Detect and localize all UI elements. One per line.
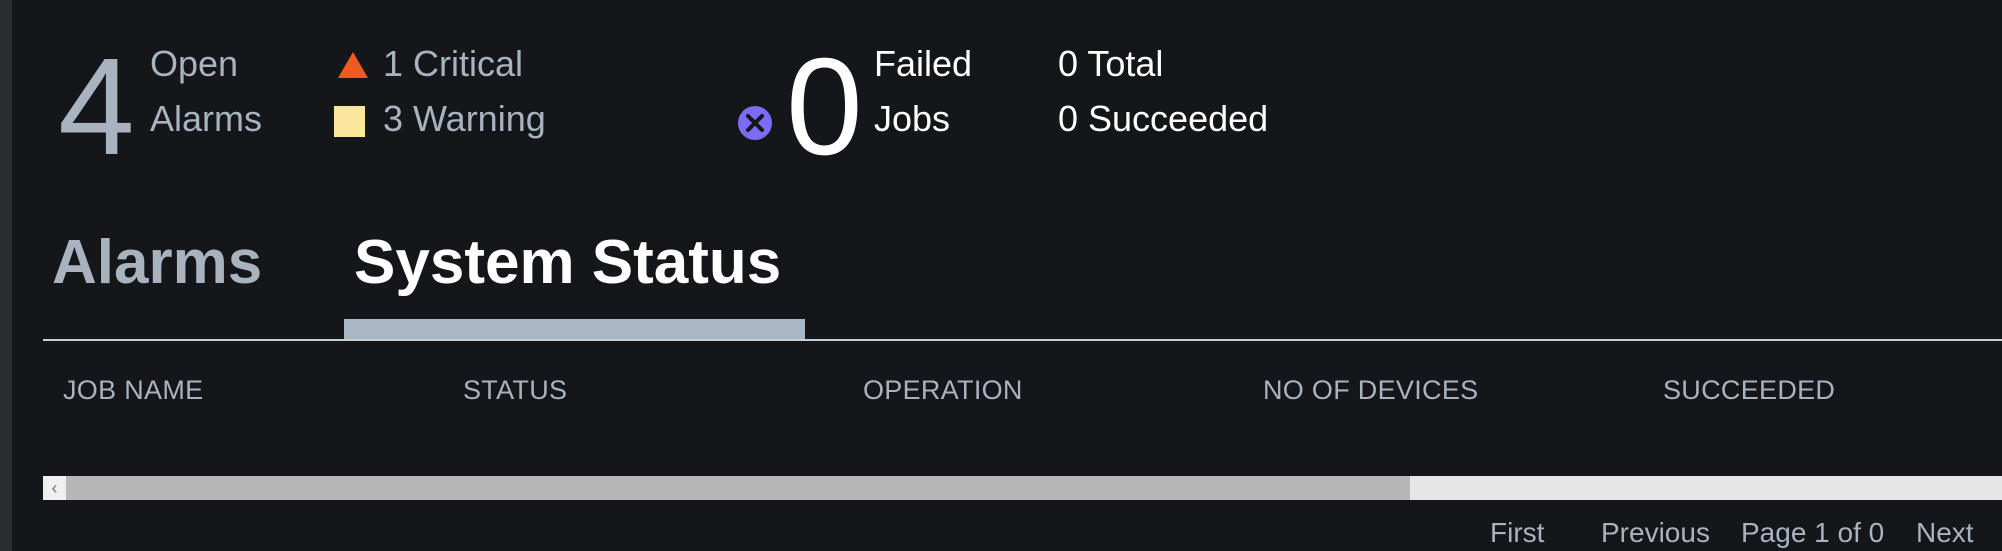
failed-jobs-count: 0 bbox=[786, 30, 863, 184]
tab-system-status[interactable]: System Status bbox=[354, 232, 781, 294]
jobs-succeeded: 0 Succeeded bbox=[1058, 98, 1269, 139]
failed-x-icon bbox=[738, 106, 772, 140]
tab-divider bbox=[43, 339, 2002, 341]
scrollbar-thumb[interactable] bbox=[66, 476, 1410, 500]
jobs-total: 0 Total bbox=[1058, 43, 1164, 84]
scroll-left-arrow-icon[interactable]: ‹ bbox=[43, 476, 66, 500]
column-header-succeeded[interactable]: SUCCEEDED bbox=[1663, 374, 1835, 406]
warning-square-icon bbox=[334, 106, 365, 137]
column-header-status[interactable]: STATUS bbox=[463, 374, 567, 406]
critical-count: 1 Critical bbox=[383, 43, 524, 84]
failed-jobs-label-line1: Failed bbox=[874, 43, 973, 84]
open-alarms-label-line1: Open bbox=[150, 43, 239, 84]
pagination-first[interactable]: First bbox=[1490, 517, 1544, 549]
column-header-no-of-devices[interactable]: NO OF DEVICES bbox=[1263, 374, 1478, 406]
pagination-next[interactable]: Next bbox=[1916, 517, 1974, 549]
failed-jobs-label-line2: Jobs bbox=[874, 98, 951, 139]
open-alarms-label-line2: Alarms bbox=[150, 98, 263, 139]
tab-alarms[interactable]: Alarms bbox=[52, 232, 262, 294]
active-tab-indicator bbox=[344, 319, 805, 339]
left-edge-border bbox=[0, 0, 12, 551]
horizontal-scrollbar[interactable]: ‹ bbox=[43, 476, 2002, 500]
column-header-job-name[interactable]: JOB NAME bbox=[63, 374, 203, 406]
pagination-previous[interactable]: Previous bbox=[1601, 517, 1710, 549]
pagination-page-info: Page 1 of 0 bbox=[1741, 517, 1885, 548]
critical-triangle-icon bbox=[338, 52, 368, 78]
warning-count: 3 Warning bbox=[383, 98, 546, 139]
column-header-operation[interactable]: OPERATION bbox=[863, 374, 1023, 406]
open-alarms-count: 4 bbox=[58, 30, 135, 184]
